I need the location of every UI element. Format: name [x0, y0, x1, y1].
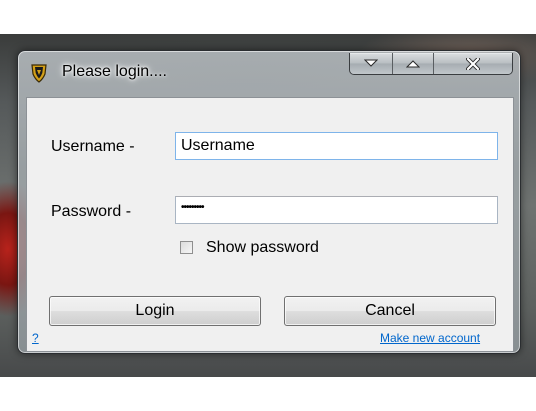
- cancel-button[interactable]: Cancel: [284, 296, 496, 326]
- window-title: Please login....: [62, 63, 167, 80]
- username-field[interactable]: Username: [175, 132, 498, 160]
- close-button[interactable]: [433, 53, 512, 74]
- username-value: Username: [181, 137, 255, 154]
- show-password-label[interactable]: Show password: [206, 239, 319, 257]
- close-icon: [465, 57, 480, 70]
- chevron-up-icon: [406, 60, 421, 68]
- password-mask: •••••••••: [181, 201, 204, 213]
- help-link[interactable]: ?: [32, 331, 39, 345]
- chevron-down-icon: [364, 59, 379, 67]
- make-new-account-link[interactable]: Make new account: [380, 331, 480, 345]
- minimize-button[interactable]: [350, 53, 394, 74]
- login-button-label: Login: [135, 302, 175, 319]
- maximize-button[interactable]: [393, 53, 434, 74]
- login-button[interactable]: Login: [49, 296, 261, 326]
- password-label: Password -: [51, 203, 132, 220]
- cancel-button-label: Cancel: [365, 302, 415, 319]
- shield-emblem-icon: [30, 63, 48, 83]
- username-label: Username -: [51, 138, 135, 155]
- password-field[interactable]: •••••••••: [175, 196, 498, 224]
- show-password-checkbox[interactable]: [180, 241, 193, 254]
- caption-buttons: [349, 53, 513, 75]
